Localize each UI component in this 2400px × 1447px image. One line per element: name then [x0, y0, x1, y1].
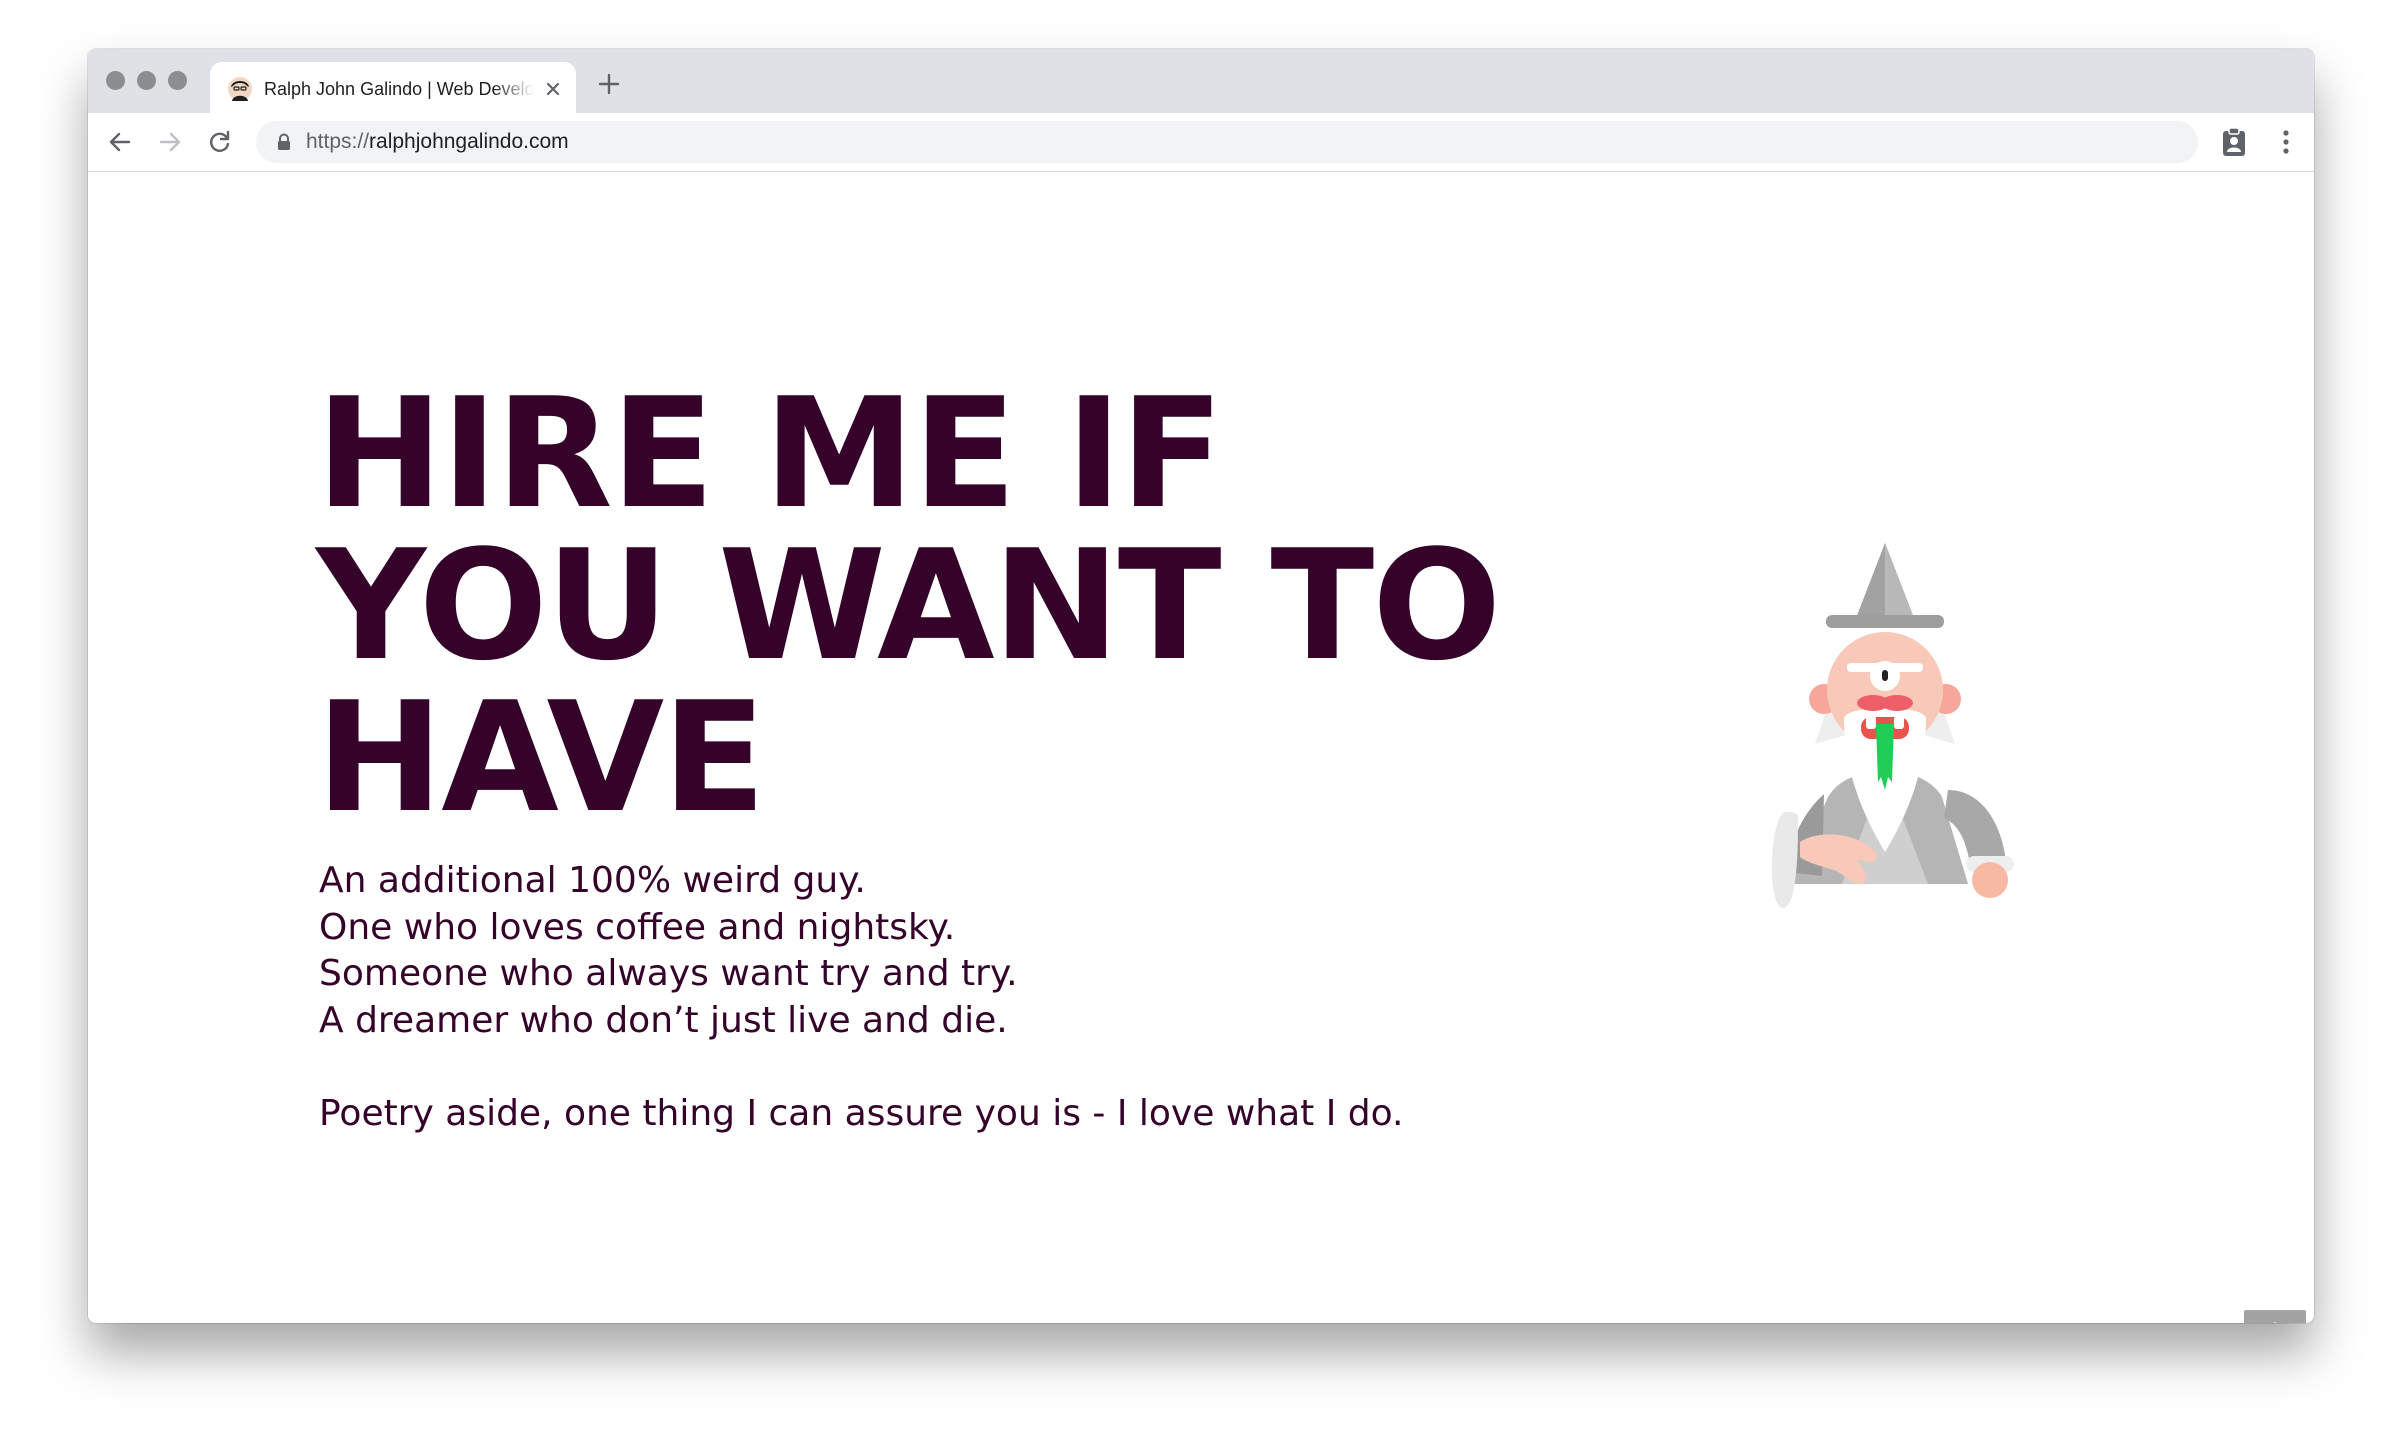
minimize-window-button[interactable] — [137, 71, 156, 90]
intro-line: One who loves coffee and nightsky. — [319, 906, 956, 948]
arrow-left-icon[interactable] — [106, 128, 134, 156]
zoom-window-button[interactable] — [168, 71, 187, 90]
back-to-top-button[interactable] — [2244, 1310, 2306, 1323]
reload-icon[interactable] — [206, 128, 234, 156]
address-bar[interactable]: https://ralphjohngalindo.com — [256, 121, 2198, 163]
double-chevron-up-icon — [2273, 1322, 2277, 1323]
intro-line: An additional 100% weird guy. — [319, 860, 866, 901]
window-controls — [106, 71, 187, 90]
lock-icon — [278, 133, 290, 150]
browser-toolbar: https://ralphjohngalindo.com — [88, 113, 2314, 172]
tab-active[interactable]: Ralph John Galindo | Web Developer — [210, 62, 576, 114]
intro-text: An additional 100% weird guy. One who lo… — [319, 858, 1619, 1137]
close-icon[interactable] — [540, 76, 566, 102]
plus-icon[interactable] — [596, 71, 622, 97]
clipboard-user-icon[interactable] — [2218, 126, 2250, 158]
tab-strip: Ralph John Galindo | Web Developer — [88, 49, 2314, 114]
tab-title: Ralph John Galindo | Web Developer — [264, 79, 534, 99]
url-text: https://ralphjohngalindo.com — [306, 121, 569, 163]
wizard-illustration — [1771, 543, 2014, 909]
avatar-favicon-icon — [228, 77, 252, 101]
url-host: ralphjohngalindo.com — [369, 130, 569, 153]
browser-window: Ralph John Galindo | Web Developer https… — [88, 49, 2314, 1323]
arrow-right-icon[interactable] — [156, 128, 184, 156]
close-window-button[interactable] — [106, 71, 125, 90]
intro-line: Someone who always want try and try. — [319, 953, 1018, 994]
closing-line: Poetry aside, one thing I can assure you… — [319, 1092, 1404, 1134]
intro-line: A dreamer who don’t just live and die. — [319, 999, 1008, 1041]
page-content: HIRE ME IF YOU WANT TO HAVE An additiona… — [88, 172, 2314, 1323]
url-scheme: https:// — [306, 130, 370, 153]
kebab-menu-icon[interactable] — [2278, 127, 2294, 157]
hero-headline: HIRE ME IF YOU WANT TO HAVE — [316, 365, 1501, 846]
